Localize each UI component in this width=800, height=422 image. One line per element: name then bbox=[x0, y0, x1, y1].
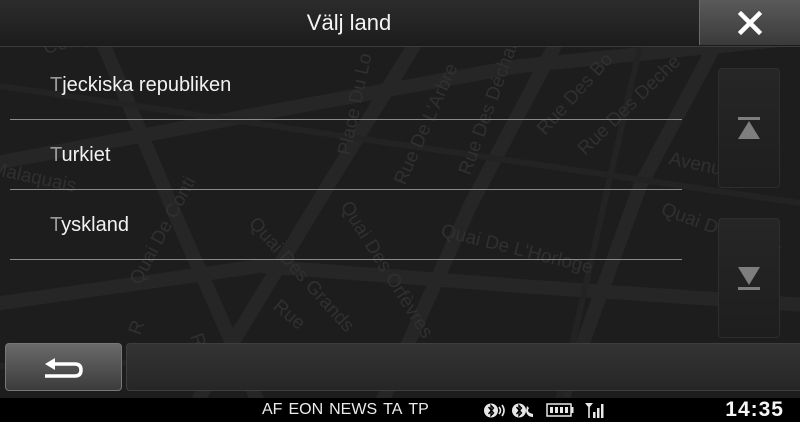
list-item-initial: T bbox=[50, 214, 62, 236]
list-item-label-rest: urkiet bbox=[61, 144, 111, 166]
signal-strength-icon bbox=[585, 403, 604, 418]
screen: Compidou Place Du Lo Rue De L'Arbre Rue … bbox=[0, 0, 800, 422]
scroll-top-icon bbox=[738, 117, 760, 139]
list-item-country[interactable]: Turkiet bbox=[10, 120, 682, 190]
title-bar: Välj land bbox=[0, 0, 800, 47]
scroll-down-button[interactable] bbox=[718, 218, 780, 338]
battery-icon bbox=[546, 403, 574, 417]
bluetooth-audio-icon bbox=[484, 403, 505, 418]
status-flag-af: AF bbox=[262, 401, 283, 418]
clock: 14:35 bbox=[725, 398, 784, 421]
status-flag-news: NEWS bbox=[329, 401, 378, 418]
back-button[interactable] bbox=[5, 343, 122, 391]
bluetooth-phone-icon bbox=[512, 403, 533, 418]
list-item-label: Turkiet bbox=[50, 144, 110, 167]
list-item-country[interactable]: Tyskland bbox=[10, 190, 682, 260]
return-arrow-icon bbox=[44, 358, 83, 378]
close-x-icon bbox=[737, 10, 763, 35]
status-flag-eon: EON bbox=[288, 401, 324, 418]
list-item-initial: T bbox=[50, 144, 62, 166]
bottom-info-panel bbox=[126, 343, 800, 391]
list-item-label: Tyskland bbox=[50, 214, 129, 237]
radio-flags: AF EON NEWS TA TP bbox=[262, 400, 435, 420]
list-item-label-rest: yskland bbox=[61, 214, 129, 236]
list-item-initial: T bbox=[50, 74, 63, 96]
page-title: Välj land bbox=[306, 10, 392, 35]
status-flag-ta: TA bbox=[383, 401, 403, 418]
list-item-label: Tjeckiska republiken bbox=[50, 74, 231, 97]
status-bar: AF EON NEWS TA TP 14:35 bbox=[0, 398, 800, 422]
list-item-label-rest: jeckiska republiken bbox=[62, 74, 232, 96]
scroll-down-icon bbox=[738, 267, 760, 290]
close-button[interactable] bbox=[699, 0, 800, 45]
status-flag-tp: TP bbox=[408, 401, 429, 418]
list-item-country[interactable]: Tjeckiska republiken bbox=[10, 50, 682, 120]
scroll-to-top-button[interactable] bbox=[718, 68, 780, 188]
